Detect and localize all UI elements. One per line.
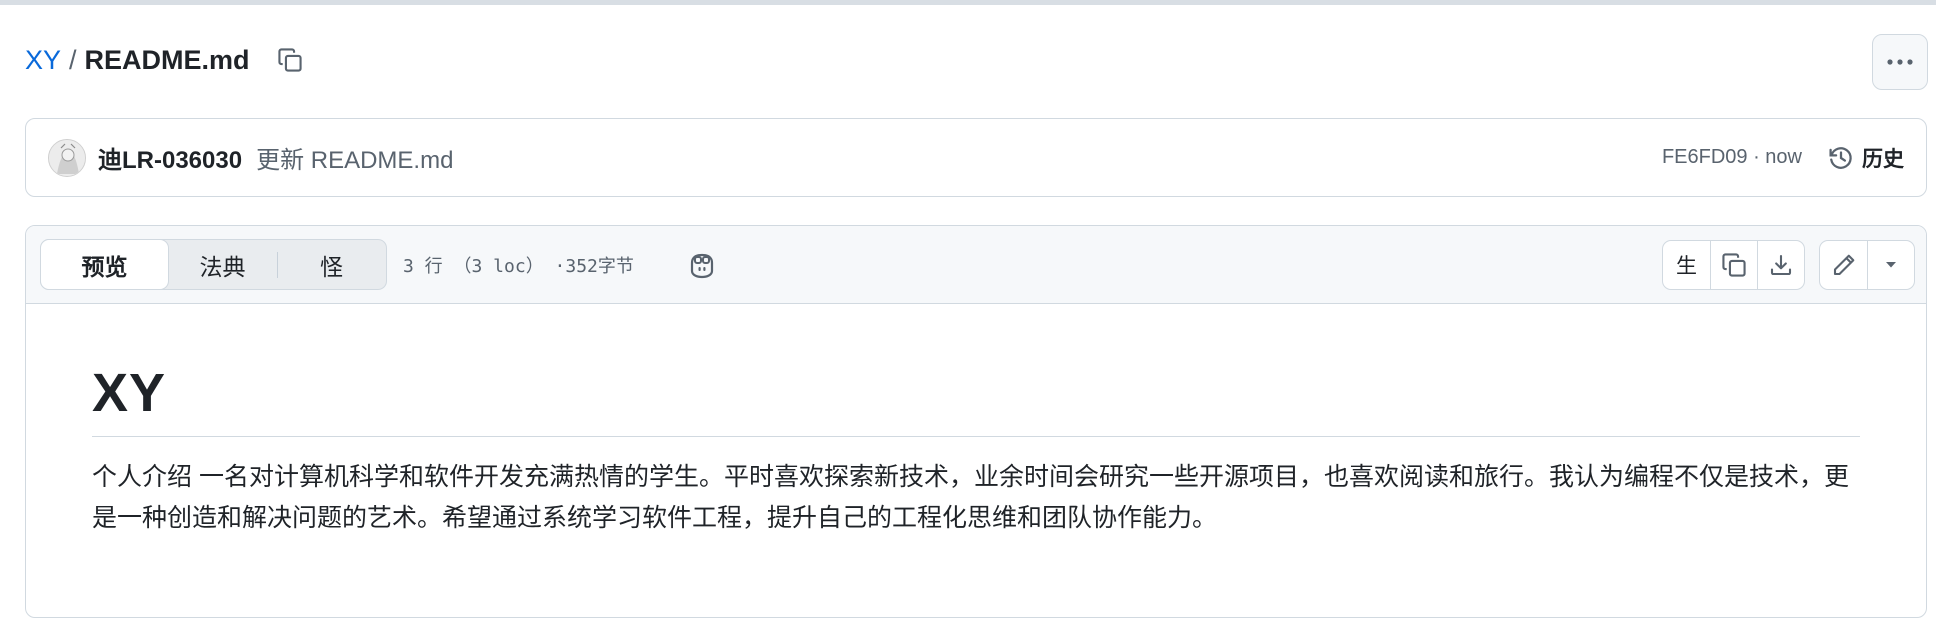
file-viewer: 预览 法典 怪 3 行 （3 loc） ·352字节 生 XY 个人介绍 一名对…: [25, 225, 1927, 618]
breadcrumb-repo-link[interactable]: XY: [25, 45, 61, 76]
breadcrumb: XY / README.md: [25, 38, 310, 82]
more-options-button[interactable]: [1872, 34, 1928, 90]
copy-path-button[interactable]: [270, 40, 310, 80]
readme-paragraph: 个人介绍 一名对计算机科学和软件开发充满热情的学生。平时喜欢探索新技术，业余时间…: [92, 463, 1849, 532]
copilot-icon: [690, 253, 713, 278]
copy-raw-button[interactable]: [1710, 241, 1757, 289]
commit-message[interactable]: 更新 README.md: [256, 140, 453, 175]
view-mode-switcher: 预览 法典 怪: [40, 239, 387, 290]
history-icon: [1829, 146, 1852, 169]
readme-content: XY 个人介绍 一名对计算机科学和软件开发充满热情的学生。平时喜欢探索新技术，业…: [26, 304, 1926, 539]
edit-file-button[interactable]: [1820, 241, 1867, 289]
history-label: 历史: [1862, 147, 1904, 171]
avatar[interactable]: [48, 138, 86, 177]
edit-options-dropdown[interactable]: [1867, 241, 1914, 289]
latest-commit-bar: 迪LR-036030 更新 README.md FE6FD09 · now 历史: [25, 118, 1927, 197]
copilot-button[interactable]: [682, 245, 722, 285]
tab-preview[interactable]: 预览: [40, 239, 169, 290]
tab-code[interactable]: 法典: [168, 240, 277, 289]
edit-group: [1819, 240, 1915, 290]
copy-icon: [277, 48, 302, 72]
top-divider: [0, 0, 1936, 5]
file-actions-group: 生: [1662, 240, 1805, 290]
raw-button[interactable]: 生: [1663, 241, 1710, 289]
file-header: 预览 法典 怪 3 行 （3 loc） ·352字节 生: [26, 226, 1926, 304]
breadcrumb-separator: /: [69, 44, 77, 75]
pencil-icon: [1833, 254, 1854, 276]
history-button[interactable]: 历史: [1828, 143, 1904, 173]
download-icon: [1770, 254, 1792, 276]
readme-heading: XY: [92, 366, 1860, 437]
file-stats: 3 行 （3 loc） ·352字节: [403, 255, 634, 277]
breadcrumb-file-name: README.md: [84, 44, 250, 75]
kebab-horizontal-icon: [1887, 59, 1913, 65]
triangle-down-icon: [1886, 262, 1896, 268]
download-button[interactable]: [1757, 241, 1804, 289]
copy-icon: [1722, 253, 1746, 277]
tab-blame[interactable]: 怪: [277, 240, 386, 289]
commit-author[interactable]: 迪LR-036030: [98, 140, 242, 175]
commit-sha-time[interactable]: FE6FD09 · now: [1662, 146, 1802, 169]
commit-meta: FE6FD09 · now 历史: [1662, 143, 1904, 173]
